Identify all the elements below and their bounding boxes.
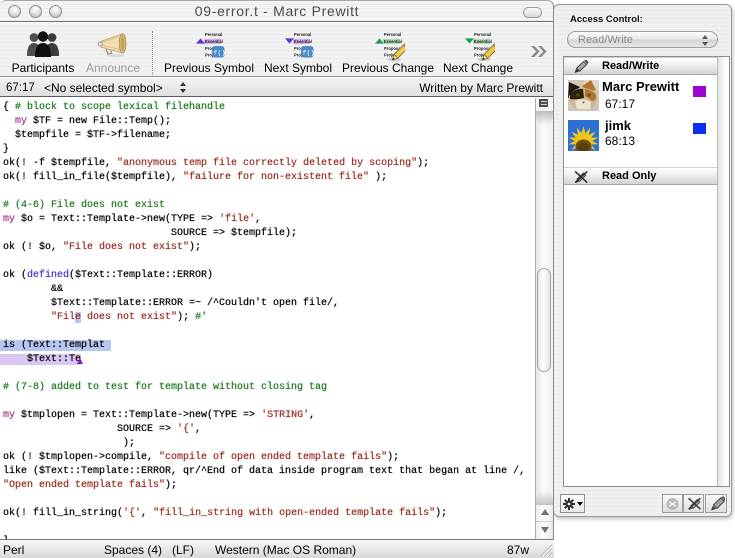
- svg-text:Essential: Essential: [384, 39, 402, 44]
- svg-text:Essential: Essential: [474, 39, 492, 44]
- svg-text:Personal: Personal: [294, 32, 311, 37]
- svg-text:Personal: Personal: [205, 32, 222, 37]
- svg-text:Personal: Personal: [384, 32, 401, 37]
- svg-text:f(): f(): [213, 50, 225, 58]
- svg-text:Essential: Essential: [294, 39, 312, 44]
- svg-text:Essential: Essential: [205, 39, 223, 44]
- svg-text:Personal: Personal: [474, 32, 491, 37]
- svg-text:f(): f(): [302, 50, 314, 58]
